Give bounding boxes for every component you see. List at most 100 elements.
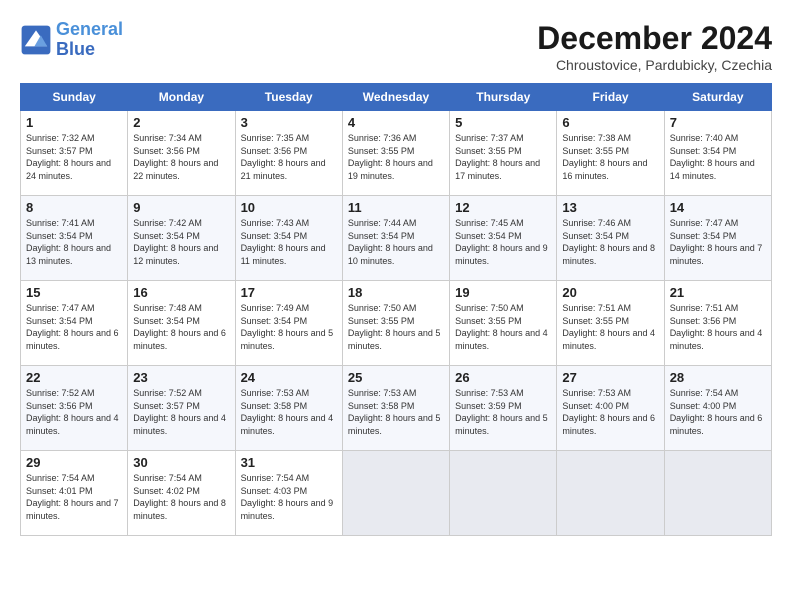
day-info: Sunrise: 7:40 AM Sunset: 3:54 PM Dayligh… xyxy=(670,132,766,182)
col-tuesday: Tuesday xyxy=(235,84,342,111)
day-info: Sunrise: 7:41 AM Sunset: 3:54 PM Dayligh… xyxy=(26,217,122,267)
day-number: 30 xyxy=(133,455,229,470)
day-info: Sunrise: 7:36 AM Sunset: 3:55 PM Dayligh… xyxy=(348,132,444,182)
logo: General Blue xyxy=(20,20,123,60)
day-number: 19 xyxy=(455,285,551,300)
table-row: 27 Sunrise: 7:53 AM Sunset: 4:00 PM Dayl… xyxy=(557,366,664,451)
table-row: 13 Sunrise: 7:46 AM Sunset: 3:54 PM Dayl… xyxy=(557,196,664,281)
table-row: 3 Sunrise: 7:35 AM Sunset: 3:56 PM Dayli… xyxy=(235,111,342,196)
day-info: Sunrise: 7:43 AM Sunset: 3:54 PM Dayligh… xyxy=(241,217,337,267)
calendar-week-row: 15 Sunrise: 7:47 AM Sunset: 3:54 PM Dayl… xyxy=(21,281,772,366)
table-row: 26 Sunrise: 7:53 AM Sunset: 3:59 PM Dayl… xyxy=(450,366,557,451)
day-number: 12 xyxy=(455,200,551,215)
day-info: Sunrise: 7:53 AM Sunset: 4:00 PM Dayligh… xyxy=(562,387,658,437)
col-saturday: Saturday xyxy=(664,84,771,111)
table-row: 2 Sunrise: 7:34 AM Sunset: 3:56 PM Dayli… xyxy=(128,111,235,196)
day-info: Sunrise: 7:38 AM Sunset: 3:55 PM Dayligh… xyxy=(562,132,658,182)
day-number: 10 xyxy=(241,200,337,215)
calendar-week-row: 29 Sunrise: 7:54 AM Sunset: 4:01 PM Dayl… xyxy=(21,451,772,536)
table-row: 4 Sunrise: 7:36 AM Sunset: 3:55 PM Dayli… xyxy=(342,111,449,196)
table-row: 1 Sunrise: 7:32 AM Sunset: 3:57 PM Dayli… xyxy=(21,111,128,196)
day-info: Sunrise: 7:52 AM Sunset: 3:56 PM Dayligh… xyxy=(26,387,122,437)
day-number: 1 xyxy=(26,115,122,130)
table-row: 22 Sunrise: 7:52 AM Sunset: 3:56 PM Dayl… xyxy=(21,366,128,451)
title-section: December 2024 Chroustovice, Pardubicky, … xyxy=(537,20,772,73)
day-number: 15 xyxy=(26,285,122,300)
calendar-week-row: 8 Sunrise: 7:41 AM Sunset: 3:54 PM Dayli… xyxy=(21,196,772,281)
table-row: 19 Sunrise: 7:50 AM Sunset: 3:55 PM Dayl… xyxy=(450,281,557,366)
day-info: Sunrise: 7:37 AM Sunset: 3:55 PM Dayligh… xyxy=(455,132,551,182)
table-row: 6 Sunrise: 7:38 AM Sunset: 3:55 PM Dayli… xyxy=(557,111,664,196)
logo-line1: General xyxy=(56,19,123,39)
table-row: 23 Sunrise: 7:52 AM Sunset: 3:57 PM Dayl… xyxy=(128,366,235,451)
day-number: 27 xyxy=(562,370,658,385)
table-row: 5 Sunrise: 7:37 AM Sunset: 3:55 PM Dayli… xyxy=(450,111,557,196)
day-info: Sunrise: 7:52 AM Sunset: 3:57 PM Dayligh… xyxy=(133,387,229,437)
day-number: 29 xyxy=(26,455,122,470)
calendar-week-row: 22 Sunrise: 7:52 AM Sunset: 3:56 PM Dayl… xyxy=(21,366,772,451)
day-number: 3 xyxy=(241,115,337,130)
day-info: Sunrise: 7:42 AM Sunset: 3:54 PM Dayligh… xyxy=(133,217,229,267)
logo-line2: Blue xyxy=(56,39,95,59)
day-info: Sunrise: 7:45 AM Sunset: 3:54 PM Dayligh… xyxy=(455,217,551,267)
table-row: 12 Sunrise: 7:45 AM Sunset: 3:54 PM Dayl… xyxy=(450,196,557,281)
day-info: Sunrise: 7:53 AM Sunset: 3:58 PM Dayligh… xyxy=(241,387,337,437)
day-info: Sunrise: 7:48 AM Sunset: 3:54 PM Dayligh… xyxy=(133,302,229,352)
day-number: 6 xyxy=(562,115,658,130)
table-row: 25 Sunrise: 7:53 AM Sunset: 3:58 PM Dayl… xyxy=(342,366,449,451)
table-row: 29 Sunrise: 7:54 AM Sunset: 4:01 PM Dayl… xyxy=(21,451,128,536)
table-row: 18 Sunrise: 7:50 AM Sunset: 3:55 PM Dayl… xyxy=(342,281,449,366)
location-title: Chroustovice, Pardubicky, Czechia xyxy=(537,57,772,73)
day-info: Sunrise: 7:47 AM Sunset: 3:54 PM Dayligh… xyxy=(26,302,122,352)
day-info: Sunrise: 7:54 AM Sunset: 4:00 PM Dayligh… xyxy=(670,387,766,437)
table-row: 14 Sunrise: 7:47 AM Sunset: 3:54 PM Dayl… xyxy=(664,196,771,281)
day-number: 16 xyxy=(133,285,229,300)
day-number: 2 xyxy=(133,115,229,130)
col-friday: Friday xyxy=(557,84,664,111)
day-info: Sunrise: 7:44 AM Sunset: 3:54 PM Dayligh… xyxy=(348,217,444,267)
table-row: 21 Sunrise: 7:51 AM Sunset: 3:56 PM Dayl… xyxy=(664,281,771,366)
table-row: 28 Sunrise: 7:54 AM Sunset: 4:00 PM Dayl… xyxy=(664,366,771,451)
table-row: 8 Sunrise: 7:41 AM Sunset: 3:54 PM Dayli… xyxy=(21,196,128,281)
day-number: 18 xyxy=(348,285,444,300)
day-number: 17 xyxy=(241,285,337,300)
day-info: Sunrise: 7:51 AM Sunset: 3:55 PM Dayligh… xyxy=(562,302,658,352)
day-info: Sunrise: 7:53 AM Sunset: 3:59 PM Dayligh… xyxy=(455,387,551,437)
table-row: 24 Sunrise: 7:53 AM Sunset: 3:58 PM Dayl… xyxy=(235,366,342,451)
day-number: 31 xyxy=(241,455,337,470)
table-row: 9 Sunrise: 7:42 AM Sunset: 3:54 PM Dayli… xyxy=(128,196,235,281)
table-row xyxy=(342,451,449,536)
day-number: 26 xyxy=(455,370,551,385)
day-info: Sunrise: 7:46 AM Sunset: 3:54 PM Dayligh… xyxy=(562,217,658,267)
day-info: Sunrise: 7:49 AM Sunset: 3:54 PM Dayligh… xyxy=(241,302,337,352)
day-info: Sunrise: 7:54 AM Sunset: 4:01 PM Dayligh… xyxy=(26,472,122,522)
day-info: Sunrise: 7:54 AM Sunset: 4:02 PM Dayligh… xyxy=(133,472,229,522)
day-number: 24 xyxy=(241,370,337,385)
col-thursday: Thursday xyxy=(450,84,557,111)
day-info: Sunrise: 7:50 AM Sunset: 3:55 PM Dayligh… xyxy=(455,302,551,352)
table-row: 15 Sunrise: 7:47 AM Sunset: 3:54 PM Dayl… xyxy=(21,281,128,366)
table-row xyxy=(450,451,557,536)
day-number: 21 xyxy=(670,285,766,300)
day-number: 8 xyxy=(26,200,122,215)
day-number: 4 xyxy=(348,115,444,130)
day-info: Sunrise: 7:47 AM Sunset: 3:54 PM Dayligh… xyxy=(670,217,766,267)
day-number: 22 xyxy=(26,370,122,385)
page-header: General Blue December 2024 Chroustovice,… xyxy=(20,20,772,73)
logo-icon xyxy=(20,24,52,56)
day-number: 11 xyxy=(348,200,444,215)
table-row: 30 Sunrise: 7:54 AM Sunset: 4:02 PM Dayl… xyxy=(128,451,235,536)
day-number: 23 xyxy=(133,370,229,385)
month-title: December 2024 xyxy=(537,20,772,57)
table-row: 20 Sunrise: 7:51 AM Sunset: 3:55 PM Dayl… xyxy=(557,281,664,366)
day-number: 7 xyxy=(670,115,766,130)
day-number: 28 xyxy=(670,370,766,385)
day-info: Sunrise: 7:50 AM Sunset: 3:55 PM Dayligh… xyxy=(348,302,444,352)
day-number: 14 xyxy=(670,200,766,215)
day-number: 13 xyxy=(562,200,658,215)
day-number: 20 xyxy=(562,285,658,300)
col-sunday: Sunday xyxy=(21,84,128,111)
table-row: 16 Sunrise: 7:48 AM Sunset: 3:54 PM Dayl… xyxy=(128,281,235,366)
day-info: Sunrise: 7:54 AM Sunset: 4:03 PM Dayligh… xyxy=(241,472,337,522)
table-row: 11 Sunrise: 7:44 AM Sunset: 3:54 PM Dayl… xyxy=(342,196,449,281)
